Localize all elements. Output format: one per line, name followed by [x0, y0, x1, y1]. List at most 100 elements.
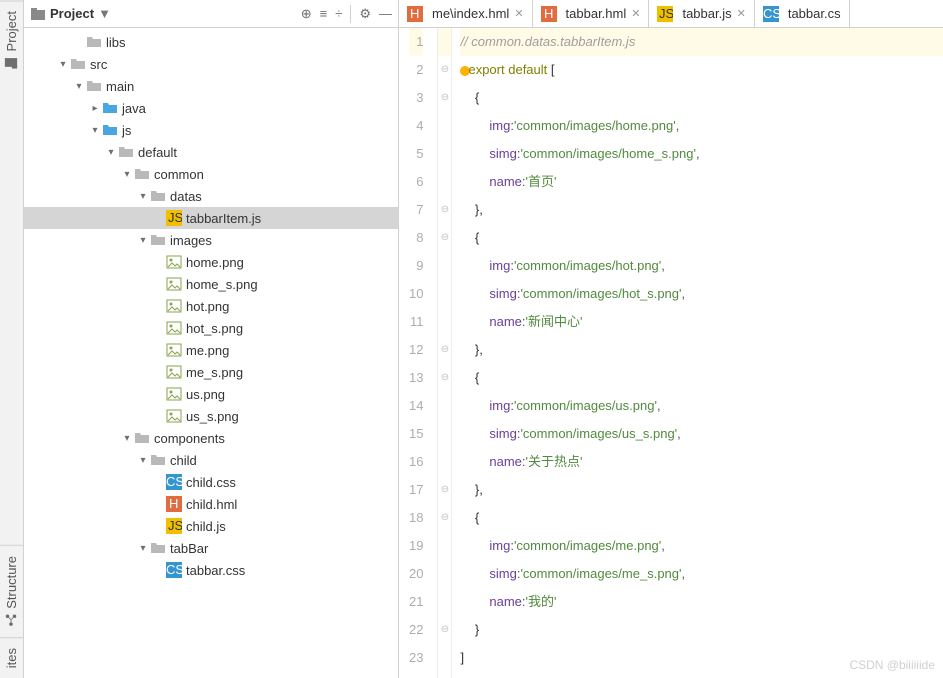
- code-line[interactable]: {: [460, 504, 943, 532]
- code-line[interactable]: simg:'common/images/hot_s.png',: [460, 280, 943, 308]
- tree-arrow-icon[interactable]: ▾: [120, 433, 134, 444]
- expand-all-button[interactable]: ≡: [320, 6, 328, 21]
- tree-item[interactable]: me_s.png: [24, 361, 398, 383]
- svg-text:CSS: CSS: [166, 474, 182, 489]
- close-icon[interactable]: ✕: [514, 7, 523, 20]
- tree-item[interactable]: ▾images: [24, 229, 398, 251]
- editor-tab[interactable]: CSStabbar.cs: [755, 0, 850, 27]
- fold-column[interactable]: ⊖⊖⊖⊖⊖⊖⊖⊖⊖: [438, 28, 452, 678]
- tree-item[interactable]: ▾js: [24, 119, 398, 141]
- editor-tab-label: me\index.hml: [432, 6, 509, 21]
- tree-item[interactable]: me.png: [24, 339, 398, 361]
- fold-marker[interactable]: ⊖: [438, 56, 451, 84]
- tree-item[interactable]: Hchild.hml: [24, 493, 398, 515]
- code-line[interactable]: },: [460, 336, 943, 364]
- code-line[interactable]: },: [460, 476, 943, 504]
- close-icon[interactable]: ✕: [737, 7, 746, 20]
- favorites-tool-tab[interactable]: ites: [0, 637, 23, 678]
- tree-item[interactable]: ▾main: [24, 75, 398, 97]
- hide-button[interactable]: —: [379, 6, 392, 21]
- tree-item[interactable]: ▾datas: [24, 185, 398, 207]
- tree-item-label: me.png: [186, 343, 229, 358]
- code-line[interactable]: name:'我的': [460, 588, 943, 616]
- tree-item[interactable]: ▸java: [24, 97, 398, 119]
- code-line[interactable]: simg:'common/images/me_s.png',: [460, 560, 943, 588]
- code-editor[interactable]: 1234567891011121314151617181920212223 ⊖⊖…: [399, 28, 943, 678]
- editor-tab[interactable]: JStabbar.js✕: [649, 0, 754, 27]
- close-icon[interactable]: ✕: [631, 7, 640, 20]
- tree-arrow-icon[interactable]: ▾: [136, 191, 150, 202]
- code-line[interactable]: {: [460, 364, 943, 392]
- tree-arrow-icon[interactable]: ▾: [136, 543, 150, 554]
- tree-item[interactable]: hot_s.png: [24, 317, 398, 339]
- line-number: 11: [409, 308, 423, 336]
- folder-icon: [150, 232, 166, 248]
- editor-tabs: Hme\index.hml✕Htabbar.hml✕JStabbar.js✕CS…: [399, 0, 943, 28]
- fold-marker[interactable]: ⊖: [438, 196, 451, 224]
- fold-marker[interactable]: ⊖: [438, 364, 451, 392]
- tree-item[interactable]: us.png: [24, 383, 398, 405]
- code-line[interactable]: simg:'common/images/us_s.png',: [460, 420, 943, 448]
- code-line[interactable]: // common.datas.tabbarItem.js: [460, 28, 943, 56]
- tree-item[interactable]: JSchild.js: [24, 515, 398, 537]
- css-icon: CSS: [166, 474, 182, 490]
- editor-tab[interactable]: Hme\index.hml✕: [399, 0, 533, 27]
- tree-item[interactable]: ▾child: [24, 449, 398, 471]
- structure-tool-tab[interactable]: Structure: [0, 545, 23, 637]
- code-line[interactable]: simg:'common/images/home_s.png',: [460, 140, 943, 168]
- fold-marker[interactable]: ⊖: [438, 336, 451, 364]
- code-line[interactable]: img:'common/images/us.png',: [460, 392, 943, 420]
- code-line[interactable]: name:'关于热点': [460, 448, 943, 476]
- project-tool-tab[interactable]: Project: [0, 0, 23, 79]
- tree-item[interactable]: ▾default: [24, 141, 398, 163]
- dropdown-icon[interactable]: ▼: [98, 6, 111, 21]
- tree-arrow-icon[interactable]: ▾: [136, 235, 150, 246]
- tree-item[interactable]: ▾src: [24, 53, 398, 75]
- tree-arrow-icon[interactable]: ▾: [104, 147, 118, 158]
- tree-item[interactable]: CSSchild.css: [24, 471, 398, 493]
- tree-item[interactable]: CSStabbar.css: [24, 559, 398, 581]
- fold-marker[interactable]: ⊖: [438, 224, 451, 252]
- code-line[interactable]: {: [460, 224, 943, 252]
- tree-item[interactable]: hot.png: [24, 295, 398, 317]
- code-line[interactable]: img:'common/images/hot.png',: [460, 252, 943, 280]
- tree-arrow-icon[interactable]: ▾: [136, 455, 150, 466]
- tree-arrow-icon[interactable]: ▸: [88, 103, 102, 114]
- tree-arrow-icon[interactable]: ▾: [72, 81, 86, 92]
- fold-marker[interactable]: ⊖: [438, 84, 451, 112]
- tree-item-label: tabbar.css: [186, 563, 245, 578]
- collapse-all-button[interactable]: ÷: [335, 6, 342, 21]
- code-line[interactable]: name:'首页': [460, 168, 943, 196]
- code-line[interactable]: export default [: [460, 56, 943, 84]
- tree-item-selected[interactable]: JStabbarItem.js: [24, 207, 398, 229]
- code-line[interactable]: },: [460, 196, 943, 224]
- tree-item[interactable]: ▾tabBar: [24, 537, 398, 559]
- fold-marker[interactable]: ⊖: [438, 616, 451, 644]
- code-line[interactable]: img:'common/images/home.png',: [460, 112, 943, 140]
- tree-item[interactable]: ▾components: [24, 427, 398, 449]
- tree-item[interactable]: home_s.png: [24, 273, 398, 295]
- project-tree[interactable]: libs▾src▾main▸java▾js▾default▾common▾dat…: [24, 28, 398, 678]
- folder-icon: [150, 540, 166, 556]
- tree-item[interactable]: libs: [24, 31, 398, 53]
- settings-button[interactable]: ⚙: [359, 6, 371, 22]
- fold-marker: [438, 588, 451, 616]
- editor-tab[interactable]: Htabbar.hml✕: [533, 0, 650, 27]
- line-number: 9: [409, 252, 423, 280]
- tree-item-label: us_s.png: [186, 409, 239, 424]
- code-line[interactable]: {: [460, 84, 943, 112]
- tree-item[interactable]: us_s.png: [24, 405, 398, 427]
- code-line[interactable]: img:'common/images/me.png',: [460, 532, 943, 560]
- tree-item[interactable]: home.png: [24, 251, 398, 273]
- tree-arrow-icon[interactable]: ▾: [56, 59, 70, 70]
- fold-marker[interactable]: ⊖: [438, 476, 451, 504]
- code-line[interactable]: }: [460, 616, 943, 644]
- tree-item[interactable]: ▾common: [24, 163, 398, 185]
- tree-arrow-icon[interactable]: ▾: [88, 125, 102, 136]
- select-opened-file-button[interactable]: ⊕: [301, 6, 312, 22]
- code-line[interactable]: name:'新闻中心': [460, 308, 943, 336]
- tree-arrow-icon[interactable]: ▾: [120, 169, 134, 180]
- line-number: 3: [409, 84, 423, 112]
- code-content[interactable]: // common.datas.tabbarItem.jsexport defa…: [452, 28, 943, 678]
- fold-marker[interactable]: ⊖: [438, 504, 451, 532]
